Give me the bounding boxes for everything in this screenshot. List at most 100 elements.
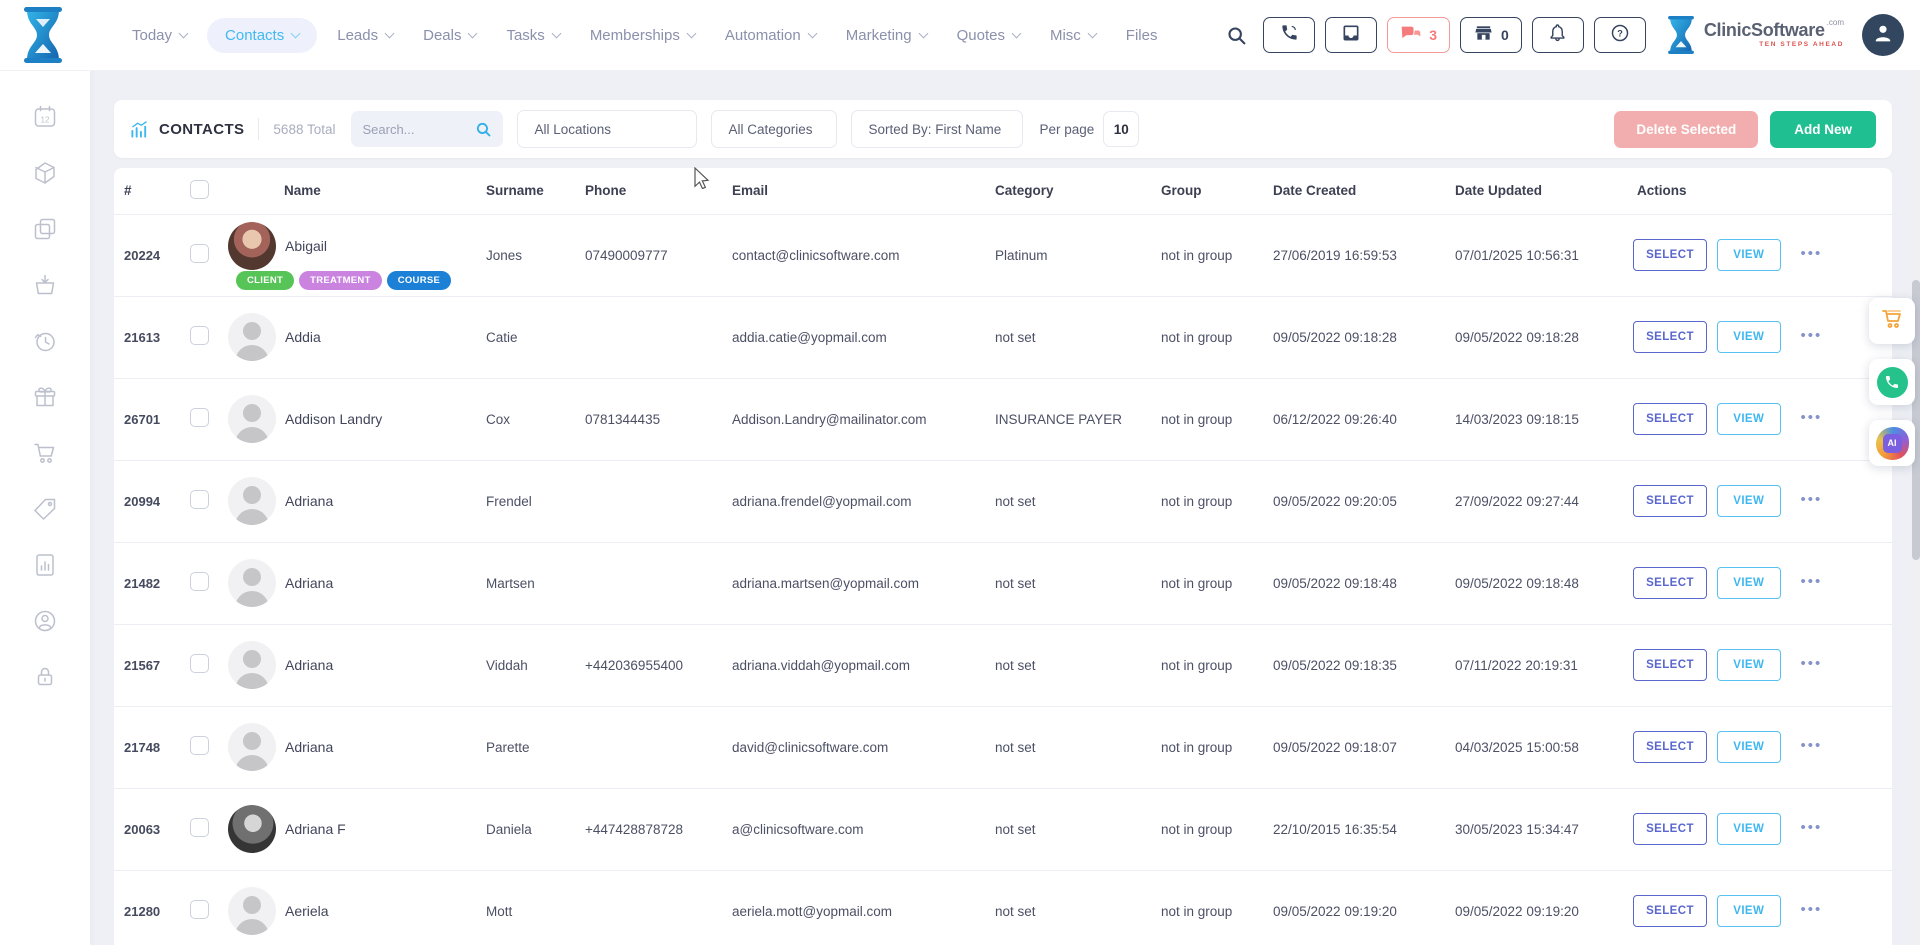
table-row: 26701 Addison Landry Cox 0781344435 Addi… (114, 378, 1892, 460)
avatar[interactable] (228, 477, 276, 525)
select-button[interactable]: SELECT (1633, 321, 1707, 353)
floating-ai-button[interactable]: AI (1869, 420, 1915, 466)
voucher-icon[interactable] (32, 496, 58, 522)
chat-button[interactable]: 3 (1387, 17, 1450, 53)
search-icon[interactable] (1226, 25, 1247, 46)
contact-name[interactable]: Adriana (285, 739, 333, 755)
nav-item-files[interactable]: Files (1116, 18, 1168, 53)
delete-selected-button[interactable]: Delete Selected (1614, 111, 1758, 148)
inbox-button[interactable] (1325, 17, 1377, 53)
row-checkbox[interactable] (190, 654, 209, 673)
view-button[interactable]: VIEW (1717, 321, 1781, 353)
layers-icon[interactable] (32, 216, 58, 242)
nav-item-automation[interactable]: Automation (715, 18, 826, 53)
avatar[interactable] (228, 395, 276, 443)
select-button[interactable]: SELECT (1633, 895, 1707, 927)
contact-name[interactable]: Addison Landry (285, 411, 382, 427)
more-actions-button[interactable]: ••• (1801, 901, 1823, 918)
help-button[interactable]: ? (1594, 17, 1646, 53)
more-actions-button[interactable]: ••• (1801, 491, 1823, 508)
nav-item-tasks[interactable]: Tasks (496, 18, 569, 53)
floating-whatsapp-button[interactable] (1869, 359, 1915, 405)
avatar[interactable] (228, 313, 276, 361)
view-button[interactable]: VIEW (1717, 485, 1781, 517)
nav-item-today[interactable]: Today (122, 18, 197, 53)
row-checkbox[interactable] (190, 736, 209, 755)
calendar-icon[interactable]: 12 (32, 104, 58, 130)
add-new-button[interactable]: Add New (1770, 111, 1876, 148)
select-button[interactable]: SELECT (1633, 485, 1707, 517)
category-filter[interactable]: All Categories (711, 110, 837, 148)
lock-icon[interactable] (32, 664, 58, 690)
view-button[interactable]: VIEW (1717, 403, 1781, 435)
select-button[interactable]: SELECT (1633, 731, 1707, 763)
select-all-checkbox[interactable] (190, 180, 209, 199)
select-button[interactable]: SELECT (1633, 813, 1707, 845)
avatar[interactable] (228, 805, 276, 853)
col-header-actions: Actions (1633, 168, 1892, 214)
view-button[interactable]: VIEW (1717, 649, 1781, 681)
nav-item-deals[interactable]: Deals (413, 18, 486, 53)
more-actions-button[interactable]: ••• (1801, 245, 1823, 262)
location-filter[interactable]: All Locations (517, 110, 697, 148)
contact-name[interactable]: Adriana (285, 657, 333, 673)
history-icon[interactable] (32, 328, 58, 354)
cart-icon[interactable] (32, 440, 58, 466)
nav-item-leads[interactable]: Leads (327, 18, 403, 53)
gift-icon[interactable] (32, 384, 58, 410)
nav-item-misc[interactable]: Misc (1040, 18, 1106, 53)
search-icon[interactable] (475, 121, 492, 138)
support-icon[interactable] (32, 608, 58, 634)
row-checkbox[interactable] (190, 408, 209, 427)
row-checkbox[interactable] (190, 490, 209, 509)
more-actions-button[interactable]: ••• (1801, 819, 1823, 836)
contact-name[interactable]: Aeriela (285, 903, 329, 919)
avatar[interactable] (228, 723, 276, 771)
view-button[interactable]: VIEW (1717, 731, 1781, 763)
select-button[interactable]: SELECT (1633, 649, 1707, 681)
avatar[interactable] (228, 641, 276, 689)
contact-name[interactable]: Adriana (285, 575, 333, 591)
select-button[interactable]: SELECT (1633, 567, 1707, 599)
scrollbar-track[interactable] (1912, 70, 1920, 945)
more-actions-button[interactable]: ••• (1801, 655, 1823, 672)
row-checkbox[interactable] (190, 900, 209, 919)
nav-item-contacts[interactable]: Contacts (207, 18, 317, 53)
search-input[interactable] (362, 122, 475, 137)
floating-cart-button[interactable] (1869, 298, 1915, 344)
notifications-button[interactable] (1532, 17, 1584, 53)
nav-item-memberships[interactable]: Memberships (580, 18, 705, 53)
view-button[interactable]: VIEW (1717, 813, 1781, 845)
row-checkbox[interactable] (190, 326, 209, 345)
package-icon[interactable] (32, 160, 58, 186)
avatar[interactable] (228, 222, 276, 270)
contact-name[interactable]: Abigail (285, 238, 327, 254)
select-button[interactable]: SELECT (1633, 239, 1707, 271)
row-checkbox[interactable] (190, 572, 209, 591)
report-icon[interactable] (32, 552, 58, 578)
avatar[interactable] (228, 559, 276, 607)
per-page-input[interactable] (1103, 111, 1139, 147)
basket-in-icon[interactable] (32, 272, 58, 298)
phone-button[interactable] (1263, 17, 1315, 53)
view-button[interactable]: VIEW (1717, 895, 1781, 927)
contact-name[interactable]: Addia (285, 329, 321, 345)
more-actions-button[interactable]: ••• (1801, 737, 1823, 754)
view-button[interactable]: VIEW (1717, 567, 1781, 599)
view-button[interactable]: VIEW (1717, 239, 1781, 271)
nav-item-marketing[interactable]: Marketing (836, 18, 937, 53)
store-button[interactable]: 0 (1460, 17, 1522, 53)
contact-name[interactable]: Adriana (285, 493, 333, 509)
avatar[interactable] (228, 887, 276, 935)
row-checkbox[interactable] (190, 244, 209, 263)
app-logo-icon[interactable] (20, 7, 66, 63)
sort-filter[interactable]: Sorted By: First Name (851, 110, 1023, 148)
user-menu-button[interactable] (1862, 14, 1904, 56)
nav-item-quotes[interactable]: Quotes (947, 18, 1030, 53)
contact-name[interactable]: Adriana F (285, 821, 346, 837)
more-actions-button[interactable]: ••• (1801, 573, 1823, 590)
more-actions-button[interactable]: ••• (1801, 327, 1823, 344)
more-actions-button[interactable]: ••• (1801, 409, 1823, 426)
row-checkbox[interactable] (190, 818, 209, 837)
select-button[interactable]: SELECT (1633, 403, 1707, 435)
